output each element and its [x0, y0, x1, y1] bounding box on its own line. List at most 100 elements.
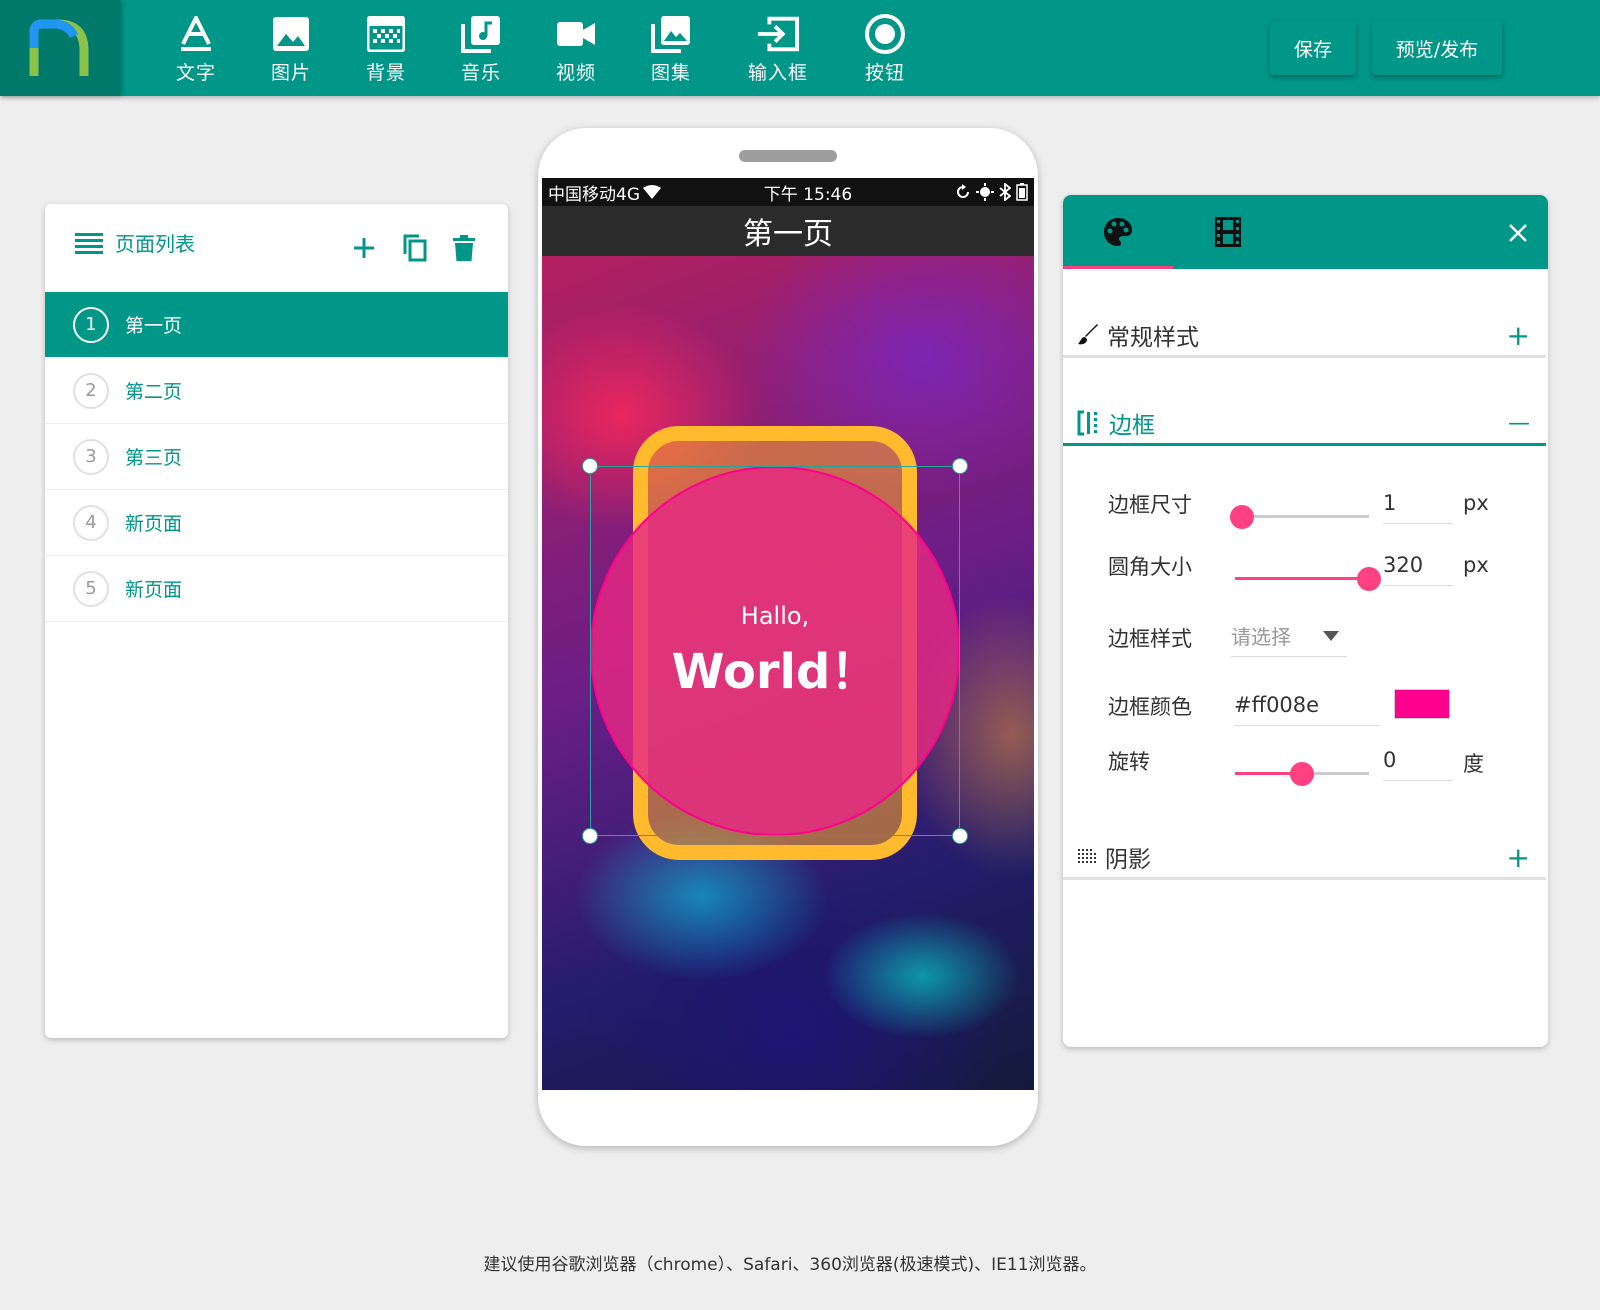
- resize-handle-top-right[interactable]: [952, 458, 968, 474]
- tool-text[interactable]: 文字: [151, 12, 241, 88]
- phone-preview: 中国移动4G 下午 15:46 第一页 Hallo, World！: [538, 128, 1038, 1146]
- close-icon: [1509, 224, 1527, 242]
- page-item-1[interactable]: 1 第一页: [45, 292, 508, 358]
- add-page-button[interactable]: [350, 234, 378, 262]
- tool-background[interactable]: 背景: [341, 12, 431, 88]
- tool-background-label: 背景: [365, 62, 406, 84]
- page-item-5[interactable]: 5 新页面: [45, 556, 508, 622]
- section-general-title: 常规样式: [1107, 325, 1199, 351]
- page-item-4[interactable]: 4 新页面: [45, 490, 508, 556]
- expand-general-toggle[interactable]: +: [1507, 319, 1530, 352]
- tab-style[interactable]: [1063, 195, 1173, 269]
- section-divider: [1063, 355, 1546, 358]
- video-icon: [554, 12, 598, 56]
- plus-icon: [354, 238, 374, 258]
- page-item-3[interactable]: 3 第三页: [45, 424, 508, 490]
- tool-gallery-label: 图集: [650, 62, 691, 84]
- border-color-input[interactable]: [1234, 693, 1380, 726]
- phone-chin: [538, 1090, 1038, 1146]
- gallery-icon: [649, 12, 693, 56]
- copy-icon: [403, 234, 427, 262]
- resize-handle-bottom-left[interactable]: [582, 828, 598, 844]
- background-icon: [364, 12, 408, 56]
- radius-input[interactable]: [1383, 553, 1453, 586]
- resize-handle-top-left[interactable]: [582, 458, 598, 474]
- chevron-down-icon: [1323, 631, 1339, 641]
- page-number-badge: 3: [73, 438, 109, 475]
- section-border-title: 边框: [1109, 413, 1155, 439]
- radius-slider-fill: [1235, 577, 1369, 580]
- page-name: 第二页: [125, 381, 183, 403]
- section-shadow-title: 阴影: [1105, 847, 1151, 873]
- phone-page-title: 第一页: [542, 206, 1034, 256]
- border-size-label: 边框尺寸: [1108, 493, 1192, 517]
- wifi-icon: [643, 185, 661, 199]
- page-name: 第三页: [125, 447, 183, 469]
- music-icon: [459, 12, 503, 56]
- battery-icon: [1016, 183, 1028, 201]
- tool-button[interactable]: 按钮: [840, 12, 930, 88]
- browser-recommendation-note: 建议使用谷歌浏览器（chrome）、Safari、360浏览器(极速模式)、IE…: [483, 1255, 1097, 1275]
- tool-music-label: 音乐: [460, 62, 501, 84]
- expand-shadow-toggle[interactable]: +: [1507, 841, 1530, 874]
- tab-animation[interactable]: [1173, 195, 1283, 269]
- preview-publish-button[interactable]: 预览/发布: [1372, 21, 1502, 75]
- phone-screen: 中国移动4G 下午 15:46 第一页 Hallo, World！: [542, 178, 1034, 1090]
- border-size-slider[interactable]: [1229, 505, 1369, 529]
- tool-gallery[interactable]: 图集: [626, 12, 716, 88]
- border-color-swatch-fill: [1395, 690, 1449, 718]
- logo-icon: [29, 19, 89, 76]
- button-icon: [863, 12, 907, 56]
- canvas-stage[interactable]: Hallo, World！: [542, 256, 1034, 1090]
- carrier-text: 中国移动4G: [548, 184, 640, 205]
- copy-page-button[interactable]: [400, 234, 428, 262]
- border-size-input[interactable]: [1383, 491, 1453, 524]
- list-icon: [75, 232, 103, 254]
- border-color-swatch[interactable]: [1394, 689, 1450, 719]
- save-button[interactable]: 保存: [1270, 21, 1356, 75]
- rotate-slider[interactable]: [1235, 762, 1369, 786]
- sync-icon: [957, 184, 969, 198]
- close-panel-button[interactable]: [1504, 219, 1532, 247]
- top-toolbar: 文字 图片 背景 音乐 视频 图集 输入框 按钮 保存 预览/发布: [0, 0, 1600, 96]
- tool-input[interactable]: 输入框: [733, 12, 823, 88]
- status-right: [955, 183, 1028, 201]
- radius-unit: px: [1463, 553, 1489, 577]
- border-style-select[interactable]: 请选择: [1231, 615, 1347, 657]
- text-icon: [174, 12, 218, 56]
- rotate-input[interactable]: [1383, 748, 1453, 781]
- page-name: 新页面: [125, 579, 183, 601]
- palette-icon: [1104, 218, 1132, 246]
- delete-page-button[interactable]: [450, 234, 478, 262]
- page-list-title: 页面列表: [115, 232, 195, 256]
- tool-button-label: 按钮: [864, 62, 905, 84]
- page-number-badge: 4: [73, 504, 109, 541]
- border-style-placeholder: 请选择: [1231, 625, 1291, 649]
- border-color-label: 边框颜色: [1108, 695, 1192, 719]
- tool-image-label: 图片: [270, 62, 311, 84]
- radius-slider-knob[interactable]: [1357, 567, 1381, 591]
- section-general-style[interactable]: 常规样式 +: [1063, 313, 1548, 357]
- brightness-icon: [976, 183, 994, 201]
- film-icon: [1215, 217, 1241, 247]
- section-border[interactable]: 边框 —: [1063, 401, 1548, 445]
- tool-video[interactable]: 视频: [531, 12, 621, 88]
- tool-image[interactable]: 图片: [246, 12, 336, 88]
- tool-music[interactable]: 音乐: [436, 12, 526, 88]
- app-logo[interactable]: [0, 0, 120, 96]
- rotate-slider-knob[interactable]: [1290, 762, 1314, 786]
- border-size-unit: px: [1463, 491, 1489, 515]
- resize-handle-bottom-right[interactable]: [952, 828, 968, 844]
- radius-slider[interactable]: [1235, 567, 1381, 591]
- page-item-2[interactable]: 2 第二页: [45, 358, 508, 424]
- collapse-border-toggle[interactable]: —: [1508, 411, 1530, 436]
- page-number-badge: 2: [73, 372, 109, 409]
- border-size-slider-knob[interactable]: [1229, 505, 1254, 529]
- page-list-panel: 页面列表 1 第一页 2 第二页 3 第三页 4 新页面 5 新页面: [45, 204, 508, 1038]
- bluetooth-icon: [999, 183, 1011, 201]
- page-number-badge: 5: [73, 570, 109, 607]
- phone-speaker: [739, 150, 837, 162]
- page-list-actions: [350, 234, 478, 262]
- section-shadow[interactable]: 阴影 +: [1063, 835, 1548, 879]
- page-name: 新页面: [125, 513, 183, 535]
